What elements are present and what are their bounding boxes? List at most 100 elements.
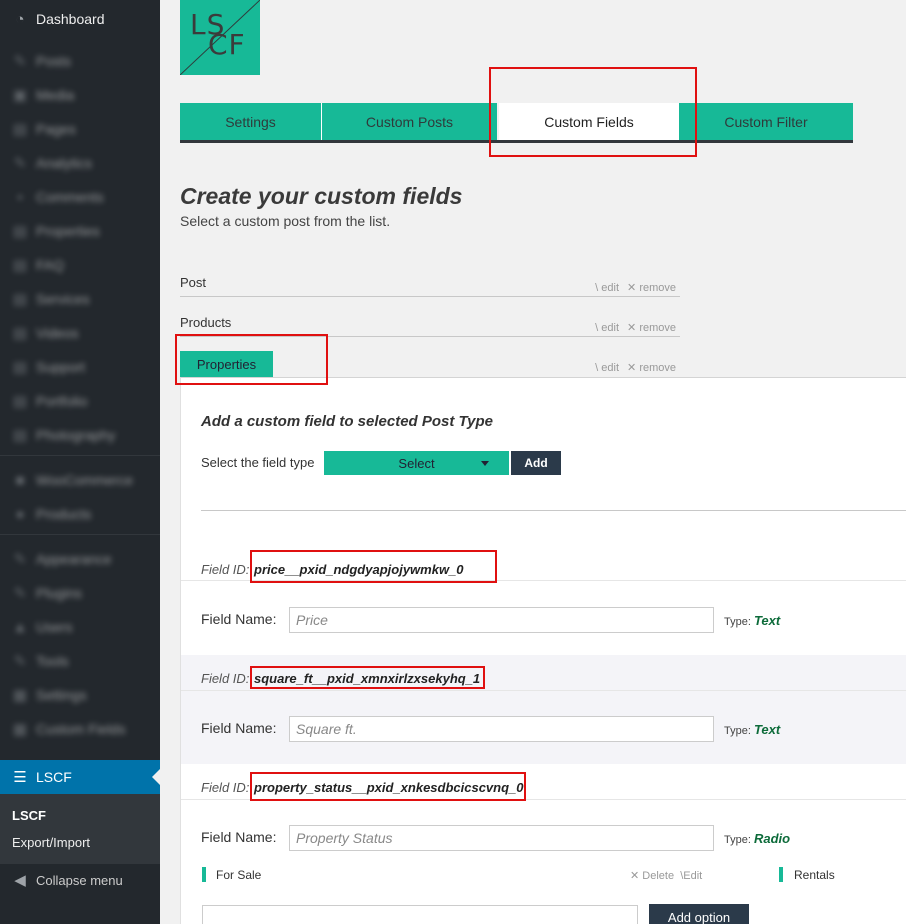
sidebar-item-label: WooCommerce <box>36 472 133 488</box>
sidebar-item-plugins[interactable]: ✎ Plugins <box>0 576 160 610</box>
sidebar-item-label: Support <box>36 359 86 375</box>
divider <box>201 510 906 511</box>
post-actions: \ edit ✕ remove <box>587 361 676 374</box>
option-label: For Sale <box>216 868 262 882</box>
sidebar-item-properties[interactable]: ▤ Properties <box>0 214 160 248</box>
settings-icon: ▦ <box>12 687 28 704</box>
sidebar-item-label: Pages <box>36 121 76 137</box>
sidebar-item-woocommerce[interactable]: ■ WooCommerce <box>0 463 160 497</box>
pages-icon: ▤ <box>12 121 28 138</box>
sidebar-item-analytics[interactable]: ✎ Analytics <box>0 146 160 180</box>
add-field-button[interactable]: Add <box>511 451 561 475</box>
collapse-menu-button[interactable]: ◀ Collapse menu <box>0 863 160 897</box>
sidebar-item-label: Posts <box>36 53 72 69</box>
field-name-input[interactable]: Square ft. <box>289 716 714 742</box>
remove-link[interactable]: ✕ remove <box>627 362 676 374</box>
sidebar-item-media[interactable]: ▣ Media <box>0 78 160 112</box>
field-name-label: Field Name: <box>201 720 277 736</box>
sidebar-item-tools[interactable]: ✎ Tools <box>0 644 160 678</box>
collapse-label: Collapse menu <box>36 872 123 888</box>
sidebar-item-posts[interactable]: ✎ Posts <box>0 44 160 78</box>
edit-link[interactable]: \ edit <box>595 362 619 374</box>
post-name[interactable]: Post <box>180 275 206 290</box>
sidebar-item-label: Products <box>36 506 92 522</box>
delete-option-link[interactable]: ✕ Delete <box>630 870 674 882</box>
add-option-button[interactable]: Add option <box>649 904 749 924</box>
select-value: Select <box>398 455 435 471</box>
sidebar-item-label: Comments <box>36 189 104 205</box>
highlight-box <box>175 334 328 385</box>
logo-text-bottom: CF <box>208 28 246 61</box>
new-option-input[interactable] <box>202 905 638 924</box>
sidebar-item-label: Plugins <box>36 585 82 601</box>
tab-custom-posts[interactable]: Custom Posts <box>322 103 497 140</box>
tab-settings[interactable]: Settings <box>180 103 321 140</box>
sidebar-item-users[interactable]: ▲ Users <box>0 610 160 644</box>
submenu-item-lscf[interactable]: LSCF <box>12 808 46 823</box>
custom-fields-icon: ▦ <box>12 721 28 738</box>
sidebar-item-settings[interactable]: ▦ Settings <box>0 678 160 712</box>
post-row-post[interactable]: Post \ edit ✕ remove <box>180 275 680 297</box>
sidebar-item-comments[interactable]: ▪ Comments <box>0 180 160 214</box>
pages-icon: ▤ <box>12 359 28 376</box>
collapse-icon: ◀ <box>14 872 26 889</box>
remove-link[interactable]: ✕ remove <box>627 322 676 334</box>
pages-icon: ▤ <box>12 393 28 410</box>
field-name-input[interactable]: Property Status <box>289 825 714 851</box>
submenu-item-export-import[interactable]: Export/Import <box>12 835 90 850</box>
sidebar-item-lscf[interactable]: ☰ LSCF <box>0 760 160 794</box>
option-marker <box>202 867 206 882</box>
sliders-icon: ☰ <box>13 769 27 786</box>
sidebar-item-label: Portfolio <box>36 393 88 409</box>
sidebar-item-appearance[interactable]: ✎ Appearance <box>0 542 160 576</box>
caret-down-icon <box>481 461 489 466</box>
field-id-label: Field ID: <box>201 562 250 577</box>
field-type-label: Select the field type <box>201 455 315 470</box>
field-name-input[interactable]: Price <box>289 607 714 633</box>
sidebar-item-faq[interactable]: ▤ FAQ <box>0 248 160 282</box>
sidebar-item-portfolio[interactable]: ▤ Portfolio <box>0 384 160 418</box>
edit-link[interactable]: \ edit <box>595 322 619 334</box>
sidebar-item-support[interactable]: ▤ Support <box>0 350 160 384</box>
sidebar-item-products[interactable]: ● Products <box>0 497 160 531</box>
sidebar-separator <box>0 534 160 535</box>
highlight-box <box>489 67 697 157</box>
sidebar-item-label: Users <box>36 619 73 635</box>
highlight-box <box>250 666 485 689</box>
lscf-logo: LS CF <box>180 0 260 75</box>
post-actions: \ edit ✕ remove <box>587 321 676 334</box>
tools-icon: ✎ <box>13 653 27 670</box>
sidebar-item-services[interactable]: ▤ Services <box>0 282 160 316</box>
pages-icon: ▤ <box>12 223 28 240</box>
pin-icon: ✎ <box>13 53 27 70</box>
sidebar-item-videos[interactable]: ▤ Videos <box>0 316 160 350</box>
pages-icon: ▤ <box>12 427 28 444</box>
plugin-icon: ✎ <box>13 585 27 602</box>
sidebar-item-label: Services <box>36 291 90 307</box>
field-name-label: Field Name: <box>201 611 277 627</box>
sidebar-item-label: Settings <box>36 687 87 703</box>
sidebar-item-label: Appearance <box>36 551 112 567</box>
sidebar-item-label: Media <box>36 87 75 103</box>
sidebar-item-pages[interactable]: ▤ Pages <box>0 112 160 146</box>
remove-link[interactable]: ✕ remove <box>627 282 676 294</box>
post-name[interactable]: Products <box>180 315 231 330</box>
field-type-value: Text <box>753 722 781 737</box>
sidebar-item-photography[interactable]: ▤ Photography <box>0 418 160 452</box>
tab-custom-filter[interactable]: Custom Filter <box>679 103 853 140</box>
sidebar-item-dashboard[interactable]: ◔ Dashboard <box>0 2 160 36</box>
pages-icon: ▤ <box>12 325 28 342</box>
sidebar-item-label: Videos <box>36 325 79 341</box>
field-type-info: Type: Text <box>724 722 781 737</box>
woocommerce-icon: ■ <box>15 471 25 489</box>
post-actions: \ edit ✕ remove <box>587 281 676 294</box>
pages-icon: ▤ <box>12 291 28 308</box>
option-label: Rentals <box>794 868 835 882</box>
field-type-info: Type: Text <box>724 613 781 628</box>
comments-icon: ▪ <box>17 188 23 206</box>
sidebar-item-custom-fields[interactable]: ▦ Custom Fields <box>0 712 160 746</box>
field-type-select[interactable]: Select <box>324 451 509 475</box>
edit-option-link[interactable]: \Edit <box>680 870 702 882</box>
edit-link[interactable]: \ edit <box>595 282 619 294</box>
sidebar-submenu: LSCF Export/Import <box>0 794 160 864</box>
